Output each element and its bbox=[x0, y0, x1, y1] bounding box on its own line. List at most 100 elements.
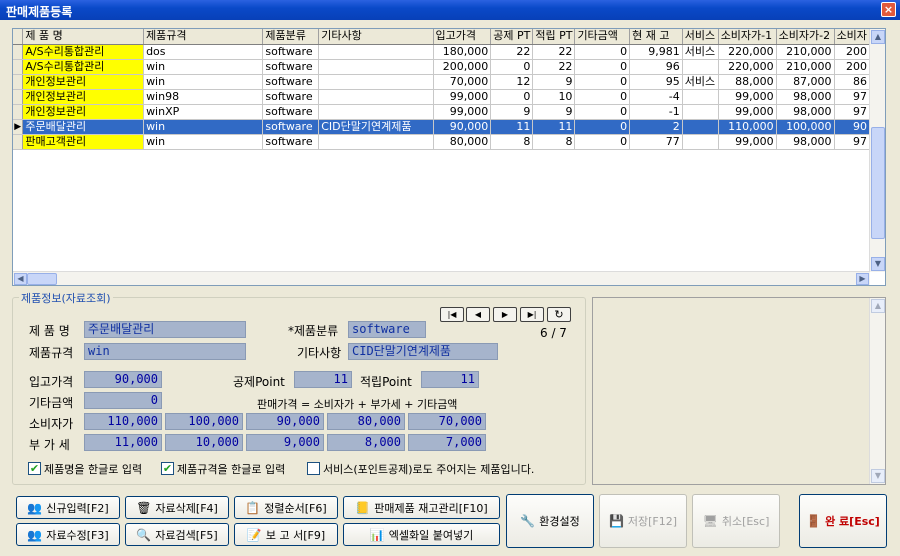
table-cell[interactable]: 9,981 bbox=[629, 44, 683, 60]
table-cell[interactable] bbox=[318, 59, 434, 75]
table-cell[interactable]: win bbox=[143, 59, 264, 75]
table-cell[interactable]: 주문배달관리 bbox=[22, 119, 145, 135]
table-cell[interactable]: 97 bbox=[834, 89, 870, 105]
table-cell[interactable]: 200,000 bbox=[433, 59, 492, 75]
report-button[interactable]: 📝 보 고 서[F9] bbox=[234, 523, 338, 546]
table-cell[interactable]: software bbox=[262, 59, 320, 75]
table-cell[interactable] bbox=[318, 89, 434, 105]
hangul-name-checkbox-label[interactable]: 제품명을 한글로 입력 bbox=[44, 461, 142, 477]
hangul-name-checkbox[interactable]: ✔ bbox=[28, 462, 41, 475]
table-cell[interactable]: 90 bbox=[834, 119, 870, 135]
column-header[interactable]: 소비자 bbox=[834, 29, 870, 45]
table-cell[interactable]: software bbox=[262, 89, 320, 105]
table-cell[interactable]: 180,000 bbox=[433, 44, 492, 60]
column-header[interactable]: 적립 PT bbox=[532, 29, 576, 45]
table-cell[interactable]: 88,000 bbox=[718, 74, 777, 90]
table-cell[interactable]: 0 bbox=[574, 119, 631, 135]
table-cell[interactable]: 판매고객관리 bbox=[22, 134, 145, 150]
table-cell[interactable]: win bbox=[143, 134, 264, 150]
service-product-checkbox-label[interactable]: 서비스(포인트공제)로도 주어지는 제품입니다. bbox=[323, 461, 534, 477]
vat-4-field[interactable]: 8,000 bbox=[327, 434, 405, 451]
table-row[interactable]: 개인정보관리 winXP software 99,000 9 9 0 -1 99,000 98,0… bbox=[13, 104, 870, 120]
table-cell[interactable]: 99,000 bbox=[718, 89, 777, 105]
other-amount-field[interactable]: 0 bbox=[84, 392, 162, 409]
table-row[interactable]: A/S수리통합관리 win software 200,000 0 22 0 96 220,000… bbox=[13, 59, 870, 75]
table-cell[interactable]: 22 bbox=[532, 44, 576, 60]
row-indicator[interactable] bbox=[13, 104, 24, 120]
consumer-price-5-field[interactable]: 70,000 bbox=[408, 413, 486, 430]
edit-button[interactable]: 👥 자료수정[F3] bbox=[16, 523, 120, 546]
table-cell[interactable]: 110,000 bbox=[718, 119, 777, 135]
table-cell[interactable] bbox=[682, 134, 719, 150]
table-cell[interactable] bbox=[682, 119, 719, 135]
table-cell[interactable]: 0 bbox=[574, 44, 631, 60]
table-row[interactable]: 개인정보관리 win98 software 99,000 0 10 0 -4 99,000 98,… bbox=[13, 89, 870, 105]
table-cell[interactable]: A/S수리통합관리 bbox=[22, 59, 145, 75]
table-cell[interactable]: 200 bbox=[834, 59, 870, 75]
cancel-button[interactable]: 🖥 취소[Esc] bbox=[692, 494, 780, 548]
table-cell[interactable]: 220,000 bbox=[718, 59, 777, 75]
table-cell[interactable]: 0 bbox=[574, 134, 631, 150]
table-cell[interactable]: 99,000 bbox=[718, 104, 777, 120]
table-cell[interactable]: 9 bbox=[490, 104, 534, 120]
product-grid[interactable]: 제 품 명 제품규격 제품분류 기타사항 입고가격 공제 PT 적립 PT 기타… bbox=[12, 28, 886, 286]
table-cell[interactable]: winXP bbox=[143, 104, 264, 120]
delete-button[interactable]: 🗑 자료삭제[F4] bbox=[125, 496, 229, 519]
table-cell[interactable] bbox=[318, 134, 434, 150]
table-cell[interactable]: 80,000 bbox=[433, 134, 492, 150]
new-entry-button[interactable]: 👥 신규입력[F2] bbox=[16, 496, 120, 519]
table-cell[interactable]: software bbox=[262, 134, 320, 150]
table-cell[interactable]: 0 bbox=[490, 89, 534, 105]
nav-first-button[interactable]: |◀ bbox=[440, 307, 464, 322]
memo-scrollbar[interactable]: ▲ ▼ bbox=[869, 298, 885, 484]
table-cell[interactable] bbox=[682, 104, 719, 120]
table-cell[interactable]: win98 bbox=[143, 89, 264, 105]
column-header[interactable]: 소비자가-1 bbox=[718, 29, 777, 45]
table-cell[interactable]: 12 bbox=[490, 74, 534, 90]
vat-5-field[interactable]: 7,000 bbox=[408, 434, 486, 451]
table-cell[interactable]: 22 bbox=[532, 59, 576, 75]
scroll-right-icon[interactable]: ▶ bbox=[856, 273, 869, 285]
table-cell[interactable]: 97 bbox=[834, 134, 870, 150]
table-cell[interactable]: 210,000 bbox=[776, 59, 835, 75]
table-row[interactable]: 개인정보관리 win software 70,000 12 9 0 95 서비스 88,000 87… bbox=[13, 74, 870, 90]
consumer-price-1-field[interactable]: 110,000 bbox=[84, 413, 162, 430]
close-button[interactable]: × bbox=[881, 2, 896, 17]
table-cell[interactable]: 99,000 bbox=[433, 104, 492, 120]
table-cell[interactable]: 0 bbox=[574, 59, 631, 75]
scroll-up-icon[interactable]: ▲ bbox=[871, 30, 885, 44]
table-cell[interactable]: software bbox=[262, 104, 320, 120]
refresh-button[interactable]: ↻ bbox=[547, 307, 571, 322]
row-indicator[interactable] bbox=[13, 44, 24, 60]
vat-1-field[interactable]: 11,000 bbox=[84, 434, 162, 451]
save-button[interactable]: 💾 저장[F12] bbox=[599, 494, 687, 548]
nav-prev-button[interactable]: ◀ bbox=[466, 307, 490, 322]
column-header[interactable]: 제 품 명 bbox=[22, 29, 145, 45]
settings-button[interactable]: 🔧 환경설정 bbox=[506, 494, 594, 548]
table-cell[interactable] bbox=[682, 89, 719, 105]
consumer-price-4-field[interactable]: 80,000 bbox=[327, 413, 405, 430]
consumer-price-2-field[interactable]: 100,000 bbox=[165, 413, 243, 430]
scroll-down-icon[interactable]: ▼ bbox=[871, 257, 885, 271]
table-row[interactable]: ▶ 주문배달관리 win software CID단말기연계제품 90,000 11 11 0 2… bbox=[13, 119, 870, 135]
column-header[interactable]: 제품분류 bbox=[262, 29, 320, 45]
excel-paste-button[interactable]: 📊 엑셀화일 붙여넣기 bbox=[343, 523, 500, 546]
table-cell[interactable]: 0 bbox=[574, 74, 631, 90]
sort-order-button[interactable]: 📋 정렬순서[F6] bbox=[234, 496, 338, 519]
table-cell[interactable]: dos bbox=[143, 44, 264, 60]
row-indicator[interactable] bbox=[13, 74, 24, 90]
service-product-checkbox[interactable] bbox=[307, 462, 320, 475]
row-indicator[interactable] bbox=[13, 59, 24, 75]
table-cell[interactable] bbox=[318, 74, 434, 90]
table-cell[interactable]: 70,000 bbox=[433, 74, 492, 90]
done-button[interactable]: 🚪 완 료[Esc] bbox=[799, 494, 887, 548]
table-cell[interactable]: 99,000 bbox=[718, 134, 777, 150]
table-cell[interactable]: 0 bbox=[574, 89, 631, 105]
scroll-thumb[interactable] bbox=[27, 273, 57, 285]
grid-vertical-scrollbar[interactable]: ▲ ▼ bbox=[869, 29, 885, 272]
table-cell[interactable]: 10 bbox=[532, 89, 576, 105]
table-cell[interactable]: 87,000 bbox=[776, 74, 835, 90]
scroll-left-icon[interactable]: ◀ bbox=[14, 273, 27, 285]
table-cell[interactable]: -1 bbox=[629, 104, 683, 120]
nav-next-button[interactable]: ▶ bbox=[493, 307, 517, 322]
